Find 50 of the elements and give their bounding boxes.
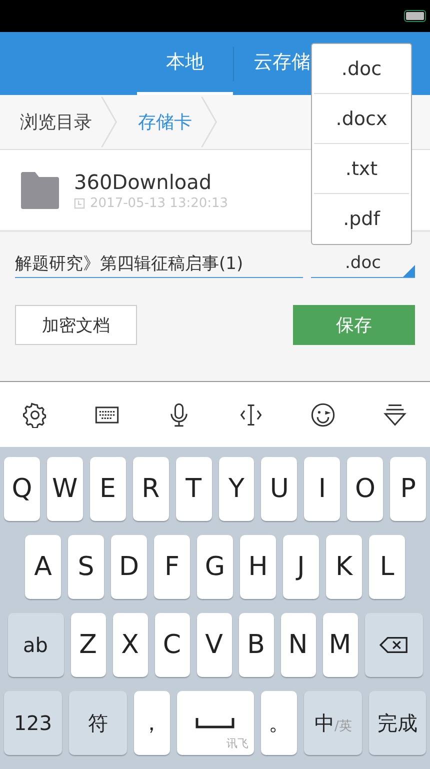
key[interactable]: X [112, 613, 148, 677]
clock-icon [74, 198, 85, 208]
key[interactable]: 符 [68, 691, 127, 755]
key[interactable]: A [25, 535, 61, 599]
key[interactable]: G [197, 535, 233, 599]
breadcrumb-item[interactable]: 浏览目录 [0, 110, 100, 134]
modified-date: 2017-05-13 13:20:13 [90, 196, 228, 210]
collapse-icon[interactable] [382, 402, 408, 428]
filename-field[interactable]: 解题研究》第四辑征稿启事(1) [15, 252, 303, 278]
key[interactable]: 中/英 [304, 691, 362, 755]
key[interactable]: P [390, 457, 426, 521]
key[interactable]: ab [8, 613, 64, 677]
key[interactable]: W [46, 457, 83, 521]
key[interactable]: F [154, 535, 190, 599]
emoji-icon[interactable] [310, 402, 336, 428]
key-hint: 讯飞 [226, 736, 248, 751]
backspace-icon [378, 636, 408, 654]
settings-icon[interactable] [22, 402, 48, 428]
format-select[interactable]: .doc [311, 253, 415, 278]
key[interactable]: Q [4, 457, 40, 521]
key[interactable]: R [132, 457, 169, 521]
key[interactable]: ， [134, 691, 170, 755]
key[interactable]: K [326, 535, 362, 599]
key[interactable]: M [322, 613, 358, 677]
backspace-key[interactable] [364, 613, 422, 677]
key[interactable]: L [369, 535, 405, 599]
key[interactable]: V [196, 613, 232, 677]
folder-name: 360Download [74, 170, 213, 194]
key[interactable]: N [280, 613, 316, 677]
key[interactable]: I [304, 457, 340, 521]
key[interactable]: D [111, 535, 147, 599]
key[interactable]: 。 [261, 691, 298, 755]
key[interactable]: O [347, 457, 384, 521]
key[interactable]: H [240, 535, 276, 599]
key[interactable]: 完成 [369, 691, 426, 755]
key[interactable]: U [261, 457, 298, 521]
key[interactable]: E [90, 457, 126, 521]
key[interactable]: 123 [4, 691, 62, 755]
key[interactable]: Y [218, 457, 254, 521]
key[interactable]: Z [70, 613, 106, 677]
space-icon [195, 717, 236, 729]
key[interactable]: B [238, 613, 274, 677]
cursor-icon[interactable] [238, 402, 264, 428]
encrypt-button[interactable]: 加密文档 [15, 305, 137, 345]
folder-icon [20, 170, 60, 210]
key[interactable]: S [68, 535, 104, 599]
key[interactable]: C [154, 613, 190, 677]
key[interactable]: T [176, 457, 212, 521]
key[interactable]: J [283, 535, 319, 599]
battery-icon [404, 10, 426, 22]
